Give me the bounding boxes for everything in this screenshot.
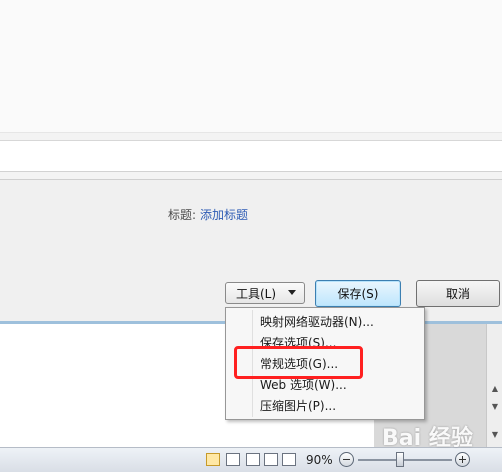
menu-item-map-network-drive[interactable]: 映射网络驱动器(N)... xyxy=(260,313,374,330)
chevron-down-icon xyxy=(288,290,296,295)
zoom-out-button[interactable] xyxy=(339,452,354,467)
scroll-page-down-icon[interactable]: ▼ xyxy=(492,430,498,439)
file-name-band xyxy=(0,140,502,172)
tools-button-label: 工具(L) xyxy=(236,286,277,301)
watermark-text: Bai 经验 xyxy=(382,426,473,451)
print-layout-view-icon[interactable] xyxy=(206,453,220,466)
menu-item-compress-pictures[interactable]: 压缩图片(P)... xyxy=(260,397,336,414)
outline-view-icon[interactable] xyxy=(264,453,278,466)
zoom-slider-track[interactable] xyxy=(358,459,452,461)
zoom-level[interactable]: 90% xyxy=(306,453,333,467)
tools-button[interactable]: 工具(L) xyxy=(225,282,305,304)
zoom-in-button[interactable] xyxy=(455,452,470,467)
cancel-button[interactable]: 取消 xyxy=(416,280,500,307)
draft-view-icon[interactable] xyxy=(282,453,296,466)
add-title-link[interactable]: 添加标题 xyxy=(200,206,248,223)
annotation-highlight-box xyxy=(234,346,363,379)
background-window-area xyxy=(0,0,502,133)
save-dialog-panel: 标题: 添加标题 工具(L) 保存(S) 取消 xyxy=(0,179,502,321)
save-button[interactable]: 保存(S) xyxy=(315,280,401,307)
web-layout-view-icon[interactable] xyxy=(246,453,260,466)
vertical-scrollbar[interactable]: ▲ ▼ ▼ xyxy=(486,324,502,447)
scroll-down-icon[interactable]: ▼ xyxy=(492,402,498,411)
title-label: 标题: xyxy=(168,208,197,222)
zoom-slider-thumb[interactable] xyxy=(396,452,404,467)
scroll-up-icon[interactable]: ▲ xyxy=(492,384,498,393)
full-screen-reading-view-icon[interactable] xyxy=(226,453,240,466)
